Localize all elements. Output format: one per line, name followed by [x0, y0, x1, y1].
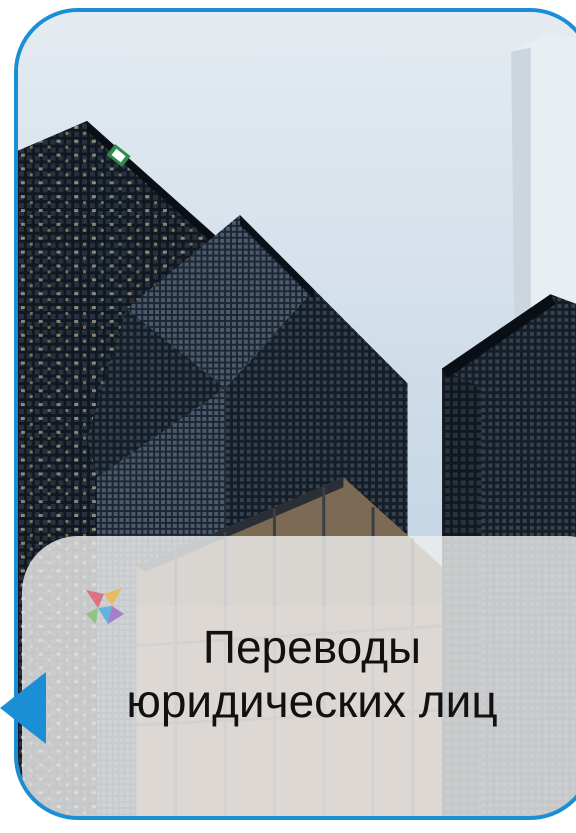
card-title: Переводы юридических лиц — [22, 620, 576, 729]
service-card[interactable]: Переводы юридических лиц — [14, 8, 576, 820]
triangle-left-icon — [0, 672, 46, 744]
card-title-line-1: Переводы — [202, 621, 422, 673]
card-title-line-2: юридических лиц — [126, 675, 498, 728]
